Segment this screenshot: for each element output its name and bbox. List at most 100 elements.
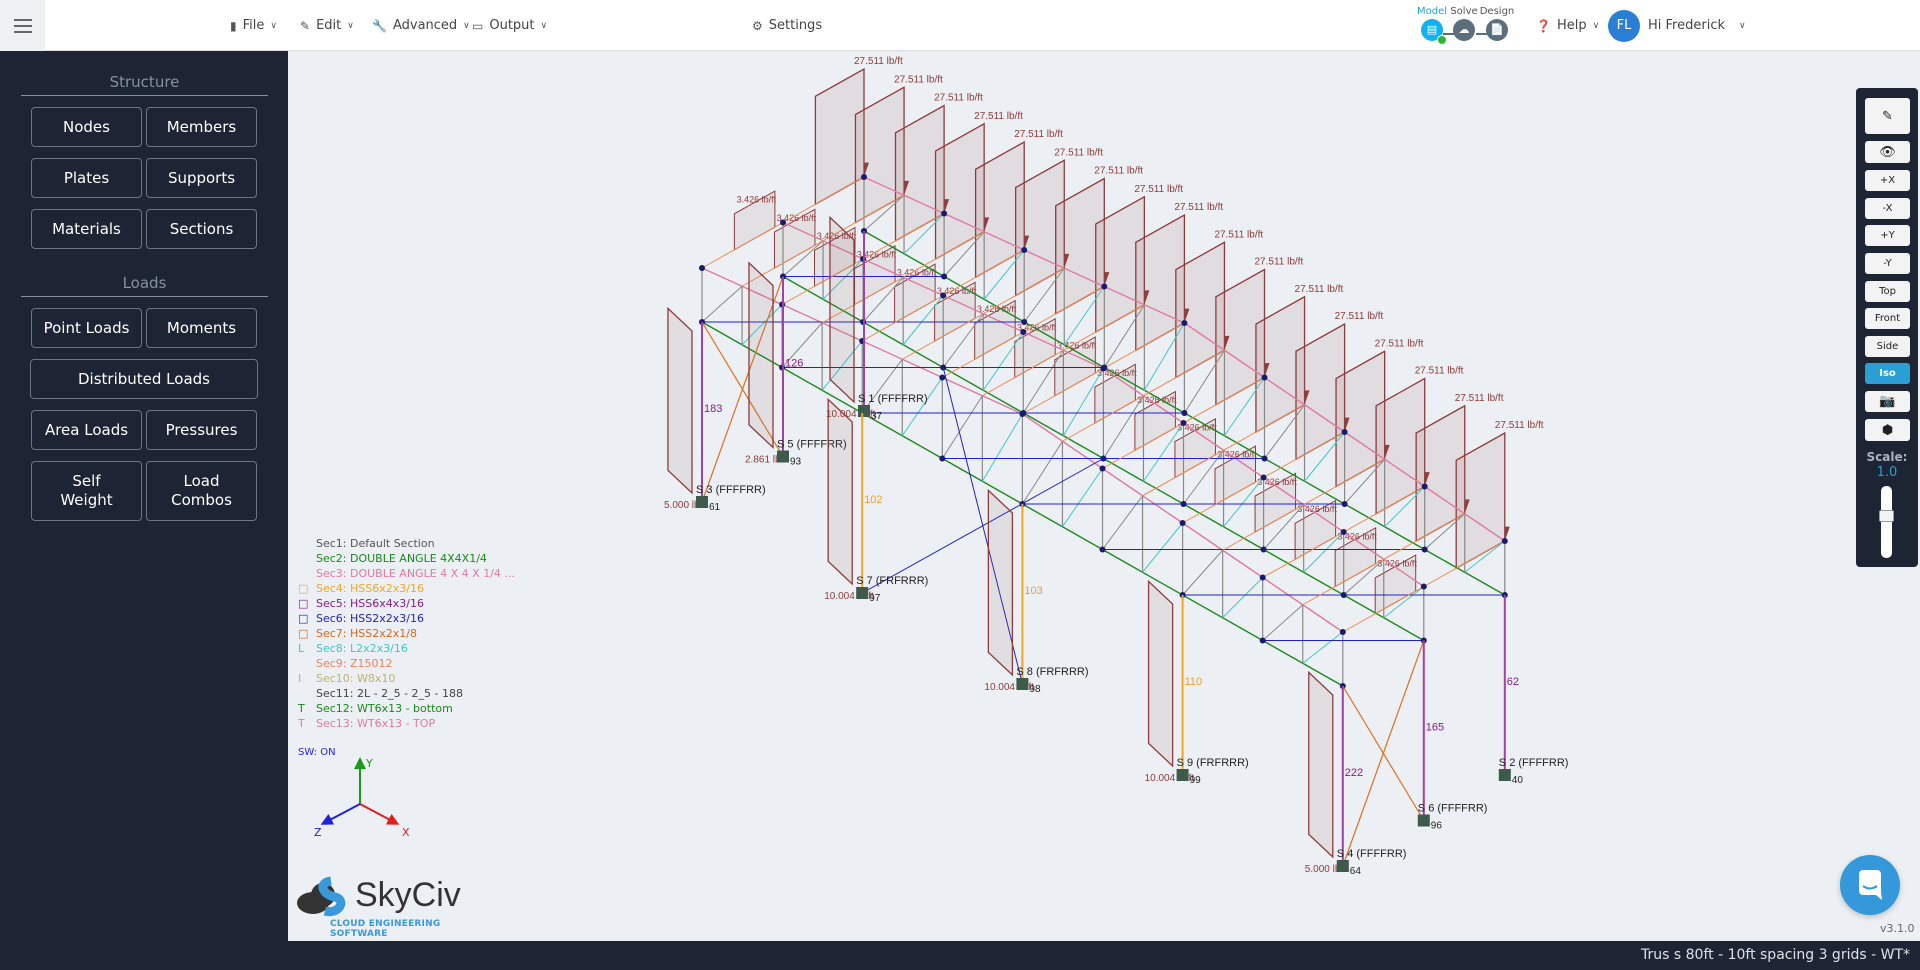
cloud-icon: ☁ — [1453, 19, 1475, 41]
legend-item: Sec3: DOUBLE ANGLE 4 X 4 X 1/4 ... — [298, 566, 515, 581]
menu-file[interactable]: ▮ File ∨ — [230, 0, 277, 51]
section-shape-icon: I — [298, 672, 302, 685]
menu-edit[interactable]: ✎ Edit ∨ — [300, 0, 354, 51]
file-icon: ▮ — [230, 18, 237, 33]
section-shape-icon: L — [298, 642, 305, 655]
view-plusminus-x-button[interactable]: +X — [1865, 170, 1910, 191]
menu-label: Settings — [768, 18, 823, 33]
legend-item: Sec11: 2L - 2_5 - 2_5 - 188 — [298, 686, 515, 701]
z-axis-arrow — [320, 803, 361, 825]
point-loads-button[interactable]: Point Loads — [31, 308, 142, 348]
chevron-down-icon: ∨ — [270, 20, 277, 31]
legend-item: □ Sec4: HSS6x2x3/16 — [298, 581, 515, 596]
x-axis-label: X — [402, 826, 410, 839]
view-minus-x-button[interactable]: -X — [1865, 198, 1910, 219]
menu-label: Edit — [316, 18, 342, 33]
camera-button[interactable]: 📷 — [1865, 391, 1910, 412]
project-name: Trus s 80ft - 10ft spacing 3 grids - WT* — [1641, 947, 1910, 963]
pencil-icon: ✎ — [300, 18, 311, 33]
legend-label: Sec9: Z15012 — [316, 657, 393, 670]
legend-item: □ Sec7: HSS2x2x1/8 — [298, 626, 515, 641]
view-front-button[interactable]: Front — [1865, 308, 1910, 329]
step-design[interactable]: Design 📄 — [1477, 6, 1517, 41]
step-label: Design — [1479, 6, 1515, 17]
load-combos-button[interactable]: Load Combos — [146, 461, 257, 521]
document-icon: 📄 — [1486, 19, 1508, 41]
distributed-loads-button[interactable]: Distributed Loads — [30, 359, 258, 399]
scale-label: Scale: — [1866, 450, 1908, 464]
question-icon: ❓ — [1536, 18, 1551, 33]
menu-output[interactable]: ▭ Output ∨ — [472, 0, 547, 51]
menu-advanced[interactable]: 🔧 Advanced ∨ — [372, 0, 470, 51]
menu-label: File — [242, 18, 265, 33]
monitor-icon: ▭ — [472, 18, 484, 33]
section-legend: Sec1: Default Section Sec2: DOUBLE ANGLE … — [298, 536, 515, 760]
scale-slider[interactable] — [1879, 486, 1894, 558]
pencil-button[interactable]: ✎ — [1865, 98, 1910, 134]
section-shape-icon: □ — [298, 597, 309, 610]
menu-settings[interactable]: ⚙ Settings — [752, 0, 822, 51]
avatar[interactable]: FL — [1608, 10, 1640, 42]
pencil-icon: ✎ — [1882, 108, 1893, 124]
supports-button[interactable]: Supports — [146, 158, 257, 198]
user-menu[interactable]: Hi Frederick ∨ — [1648, 0, 1746, 51]
structure-title: Structure — [21, 73, 268, 96]
legend-item: Sec1: Default Section — [298, 536, 515, 551]
legend-label: Sec4: HSS6x2x3/16 — [316, 582, 424, 595]
legend-item: T Sec12: WT6x13 - bottom — [298, 701, 515, 716]
section-shape-icon: T — [298, 717, 305, 730]
version-label: v3.1.0 — [1880, 922, 1915, 935]
check-badge-icon — [1437, 35, 1447, 45]
nodes-button[interactable]: Nodes — [31, 107, 142, 147]
view-plusminus-y-button[interactable]: +Y — [1865, 225, 1910, 246]
legend-label: Sec1: Default Section — [316, 537, 435, 550]
camera-icon: 📷 — [1879, 394, 1896, 409]
scale-value: 1.0 — [1876, 465, 1898, 480]
legend-label: Sec2: DOUBLE ANGLE 4X4X1/4 — [316, 552, 487, 565]
cube-button[interactable]: ⬢ — [1865, 419, 1910, 441]
view-minus-y-button[interactable]: -Y — [1865, 253, 1910, 274]
chat-icon — [1859, 870, 1882, 900]
moments-button[interactable]: Moments — [146, 308, 257, 348]
scale-slider-thumb[interactable] — [1879, 510, 1894, 522]
axis-triad: Y X Z — [314, 757, 410, 839]
hamburger-icon — [13, 24, 32, 27]
chevron-down-icon: ∨ — [347, 20, 354, 31]
view-top-button[interactable]: Top — [1865, 281, 1910, 302]
plates-button[interactable]: Plates — [31, 158, 142, 198]
eye-button[interactable]: 👁 — [1865, 141, 1910, 163]
cube-icon: ⬢ — [1881, 422, 1894, 438]
view-side-button[interactable]: Side — [1865, 336, 1910, 357]
chat-button[interactable] — [1840, 855, 1900, 915]
hamburger-menu-button[interactable] — [0, 0, 45, 51]
pressures-button[interactable]: Pressures — [146, 410, 257, 450]
help-label: Help — [1556, 18, 1587, 33]
legend-item: Sec9: Z15012 — [298, 656, 515, 671]
legend-item: L Sec8: L2x2x3/16 — [298, 641, 515, 656]
legend-item: T Sec13: WT6x13 - TOP — [298, 716, 515, 731]
section-shape-icon: T — [298, 702, 305, 715]
gear-icon: ⚙ — [752, 18, 763, 33]
logo-tagline: CLOUD ENGINEERING SOFTWARE — [330, 919, 441, 939]
help-menu[interactable]: ❓ Help ∨ — [1536, 0, 1599, 51]
eye-icon: 👁 — [1879, 144, 1896, 160]
self-weight-button[interactable]: Self Weight — [31, 461, 142, 521]
area-loads-button[interactable]: Area Loads — [31, 410, 142, 450]
menu-label: Output — [489, 18, 535, 33]
chevron-down-icon: ∨ — [1592, 20, 1600, 31]
view-iso-button[interactable]: Iso — [1865, 363, 1910, 384]
status-bar: Trus s 80ft - 10ft spacing 3 grids - WT* — [0, 941, 1920, 970]
members-button[interactable]: Members — [146, 107, 257, 147]
sidebar: Structure Nodes Members Plates Supports … — [0, 51, 288, 941]
user-greeting: Hi Frederick — [1648, 18, 1725, 33]
materials-button[interactable]: Materials — [31, 209, 142, 249]
legend-label: Sec12: WT6x13 - bottom — [316, 702, 453, 715]
sections-button[interactable]: Sections — [146, 209, 257, 249]
legend-label: Sec6: HSS2x2x3/16 — [316, 612, 424, 625]
legend-label: Sec7: HSS2x2x1/8 — [316, 627, 417, 640]
legend-item: Sec2: DOUBLE ANGLE 4X4X1/4 — [298, 551, 515, 566]
y-axis-label: Y — [365, 757, 373, 770]
section-shape-icon: □ — [298, 582, 309, 595]
legend-item: □ Sec6: HSS2x2x3/16 — [298, 611, 515, 626]
model-viewport[interactable] — [288, 51, 1920, 941]
